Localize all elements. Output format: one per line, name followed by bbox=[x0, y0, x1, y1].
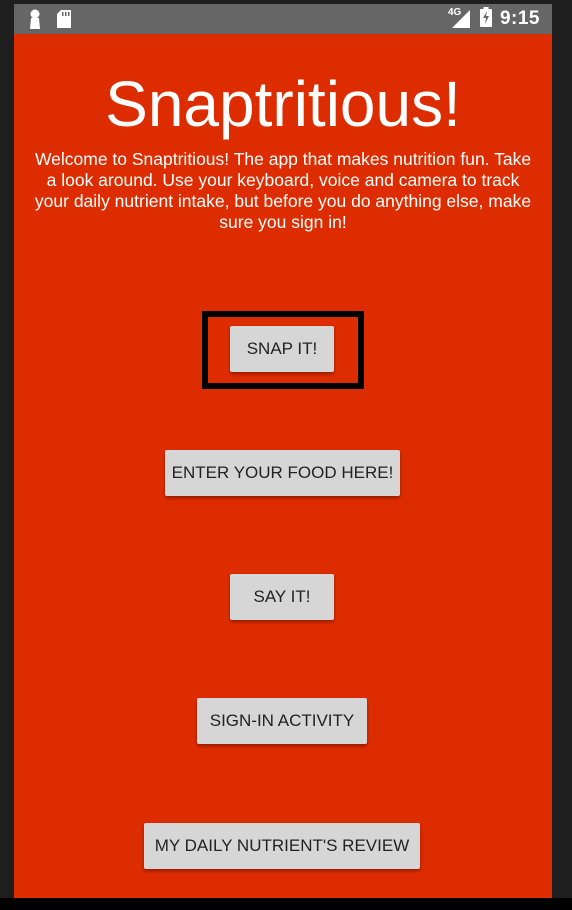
status-time: 9:15 bbox=[499, 8, 540, 29]
app-screen: 4G 9:15 Snaptritious! Welcome to Snaptri… bbox=[14, 4, 552, 898]
sign-in-activity-button[interactable]: SIGN-IN ACTIVITY bbox=[197, 698, 367, 744]
status-left-icons bbox=[28, 9, 72, 34]
status-right-icons: 4G 9:15 bbox=[447, 4, 540, 34]
say-it-button[interactable]: SAY IT! bbox=[230, 574, 334, 620]
screen-frame: 4G 9:15 Snaptritious! Welcome to Snaptri… bbox=[0, 0, 572, 910]
welcome-text: Welcome to Snaptritious! The app that ma… bbox=[34, 149, 532, 232]
bottom-bar bbox=[0, 898, 572, 910]
battery-charging-icon bbox=[479, 6, 492, 32]
enter-food-button[interactable]: ENTER YOUR FOOD HERE! bbox=[165, 450, 400, 496]
status-bar: 4G 9:15 bbox=[14, 4, 552, 34]
notification-person-icon bbox=[28, 9, 42, 34]
app-title: Snaptritious! bbox=[105, 68, 461, 140]
snap-it-button[interactable]: SNAP IT! bbox=[230, 326, 334, 372]
network-type-label: 4G bbox=[447, 7, 462, 18]
signal-icon: 4G bbox=[447, 7, 472, 30]
daily-nutrient-review-button[interactable]: MY DAILY NUTRIENT'S REVIEW bbox=[144, 823, 420, 869]
sd-card-icon bbox=[56, 9, 72, 34]
